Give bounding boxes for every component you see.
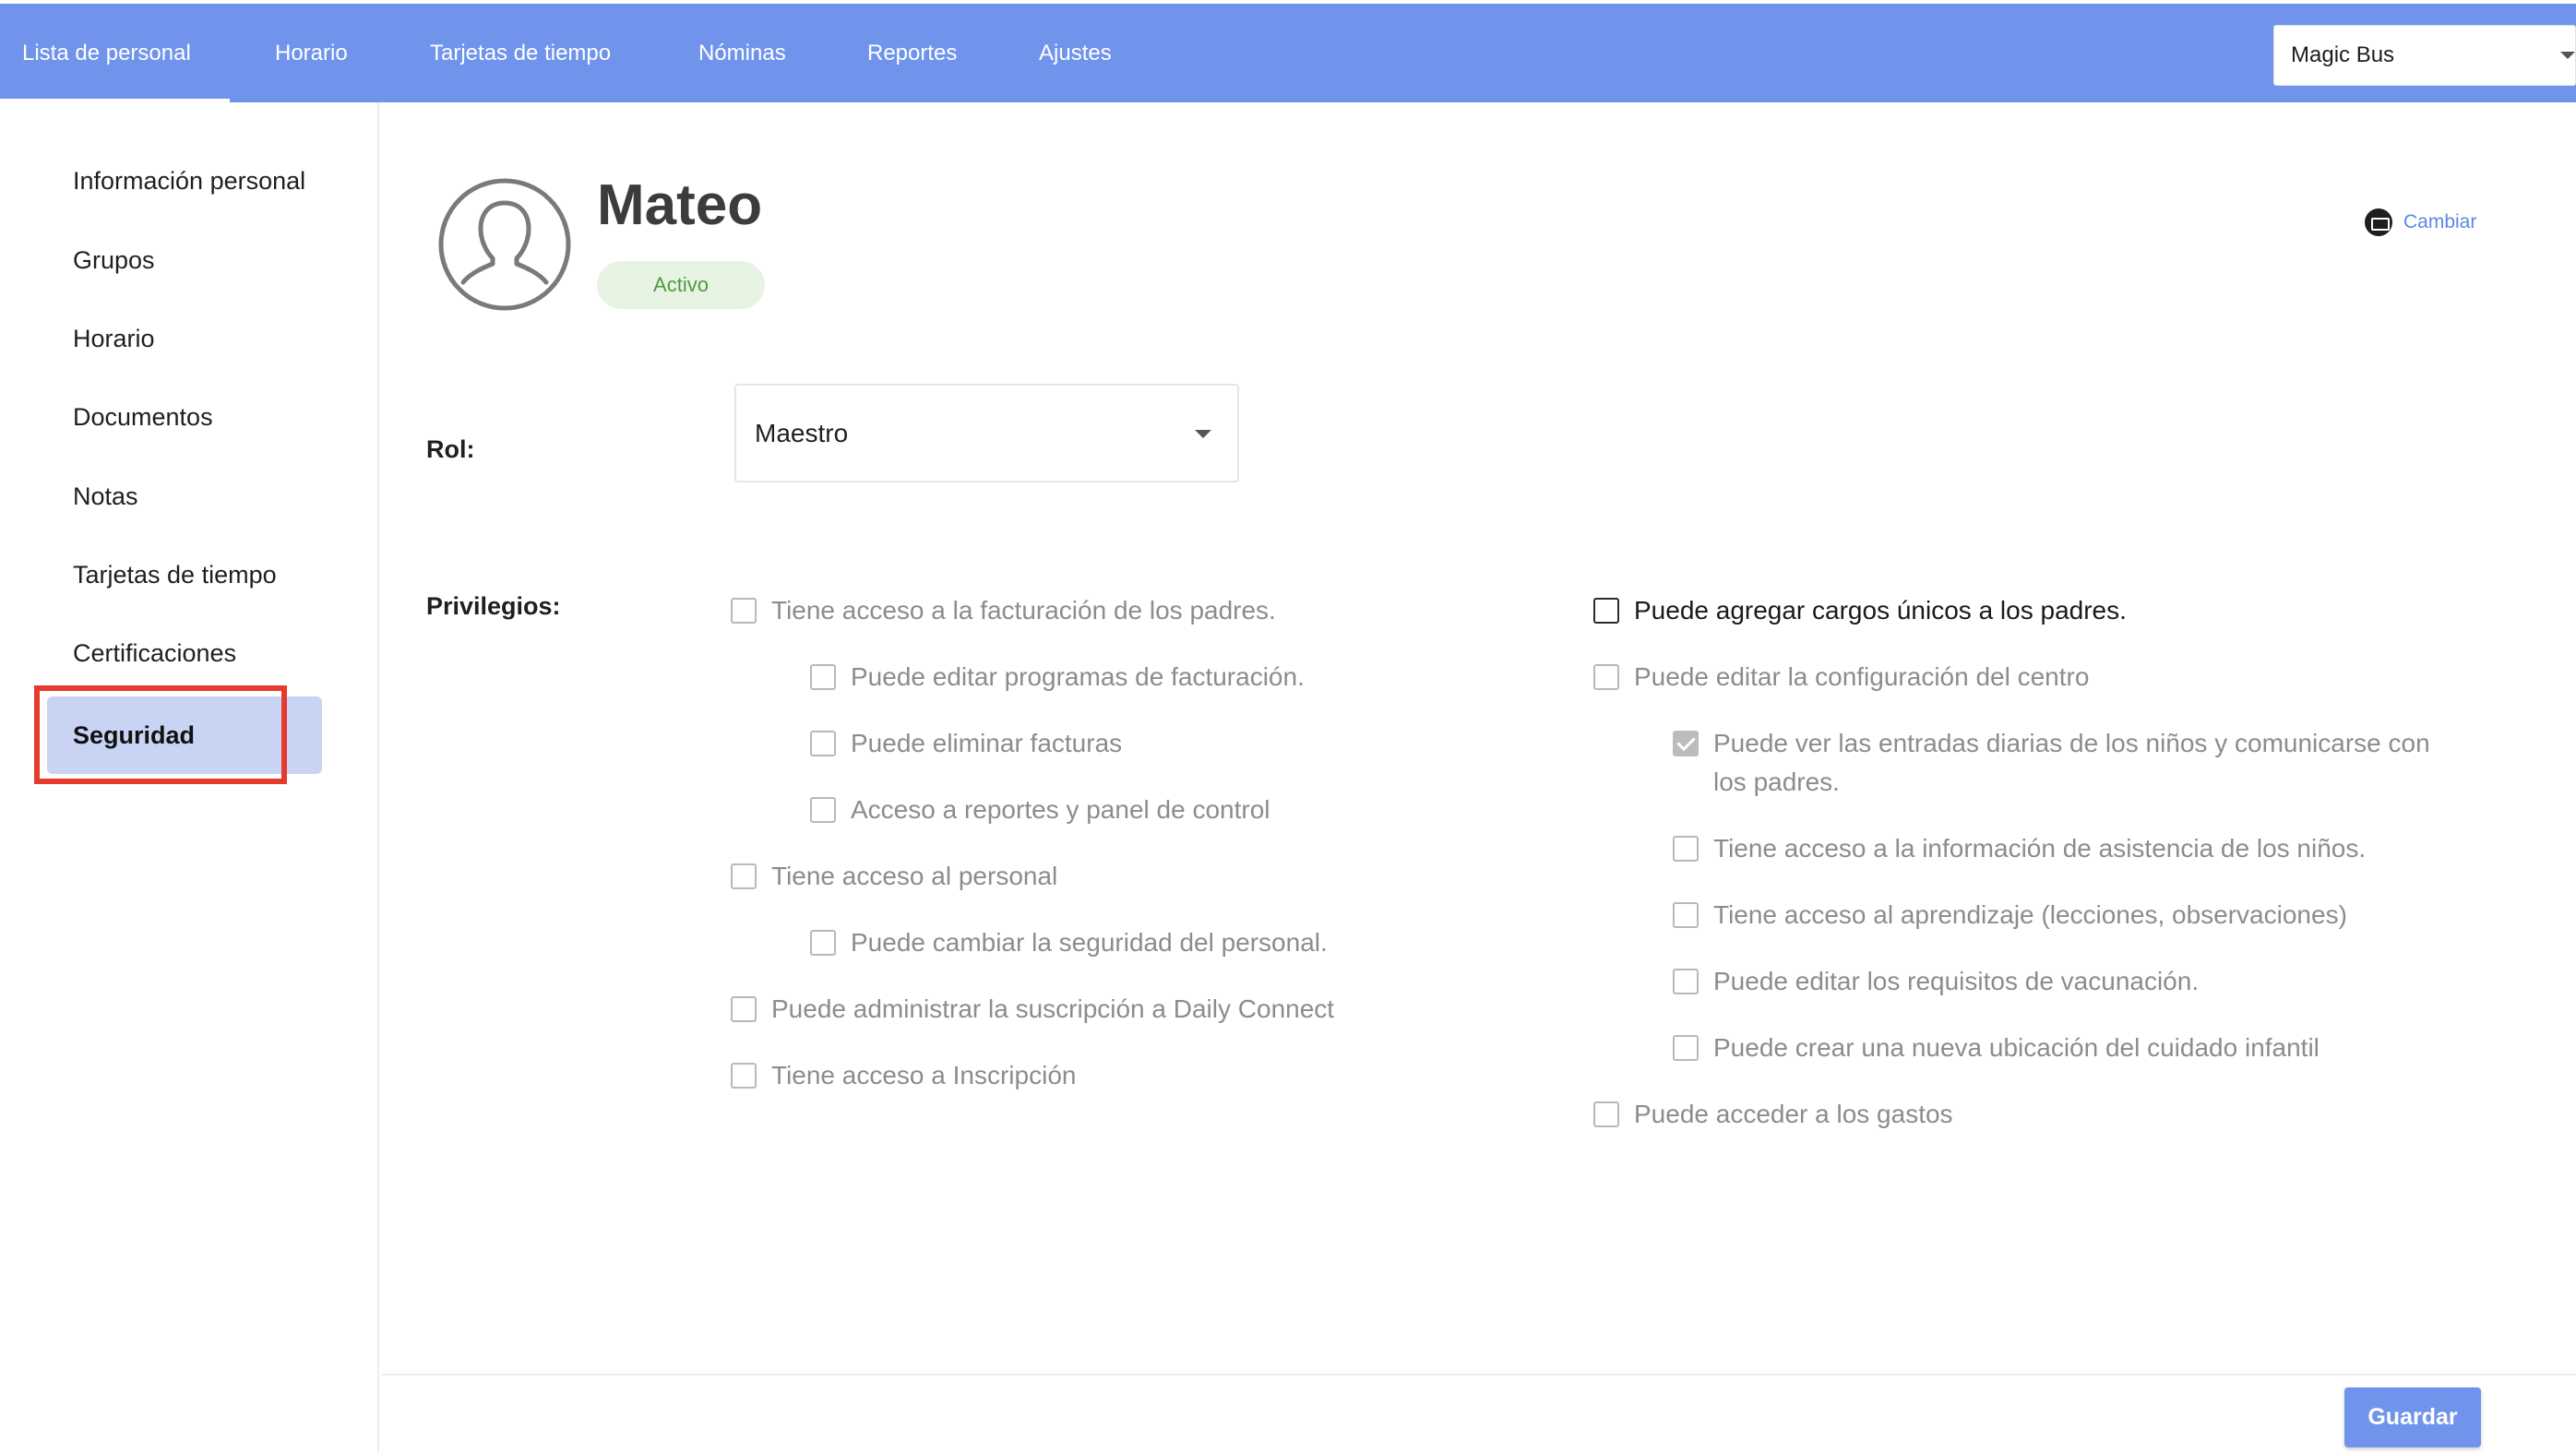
privilege-checkbox[interactable] [810, 664, 836, 690]
top-nav-bar: Lista de personal Horario Tarjetas de ti… [0, 4, 2576, 102]
privilege-checkbox[interactable] [1673, 902, 1699, 928]
change-button[interactable]: Cambiar [2365, 208, 2476, 236]
privilege-checkbox[interactable] [1673, 836, 1699, 862]
page: Lista de personal Horario Tarjetas de ti… [0, 0, 2576, 1452]
role-select-value: Maestro [755, 418, 849, 447]
privilege-new-childcare-location[interactable]: Puede crear una nueva ubicación del cuid… [1673, 1029, 2320, 1067]
footer-divider [381, 1374, 2576, 1375]
privilege-checkbox[interactable] [1673, 1035, 1699, 1061]
privilege-checkbox[interactable] [810, 731, 836, 756]
tab-reports[interactable]: Reportes [867, 4, 957, 102]
privilege-checkbox[interactable] [810, 797, 836, 823]
privilege-checkbox[interactable] [1593, 598, 1619, 624]
save-button[interactable]: Guardar [2344, 1387, 2481, 1447]
sidebar: Información personal Grupos Horario Docu… [0, 102, 379, 1452]
location-select[interactable]: Magic Bus [2273, 25, 2576, 86]
status-badge: Activo [597, 261, 765, 309]
privilege-edit-billing-programs[interactable]: Puede editar programas de facturación. [810, 658, 1305, 696]
role-label: Rol: [426, 435, 475, 463]
privilege-change-staff-security[interactable]: Puede cambiar la seguridad del personal. [810, 923, 1328, 962]
profile-name: Mateo [597, 173, 763, 237]
tab-schedule[interactable]: Horario [275, 4, 348, 102]
privilege-checkbox[interactable] [1593, 1101, 1619, 1127]
privilege-checkbox[interactable] [810, 930, 836, 956]
privileges-label: Privilegios: [426, 592, 561, 620]
privilege-checkbox[interactable] [731, 1063, 757, 1089]
role-select[interactable]: Maestro [734, 384, 1239, 482]
privilege-checkbox[interactable] [731, 863, 757, 889]
chevron-down-icon [2560, 52, 2575, 59]
privilege-checkbox[interactable] [1593, 664, 1619, 690]
chevron-down-icon [1195, 430, 1211, 438]
privilege-manage-subscription[interactable]: Puede administrar la suscripción a Daily… [731, 990, 1334, 1029]
privilege-delete-invoices[interactable]: Puede eliminar facturas [810, 724, 1122, 763]
privilege-enrollment-access[interactable]: Tiene acceso a Inscripción [731, 1056, 1076, 1095]
privilege-staff-access[interactable]: Tiene acceso al personal [731, 857, 1057, 896]
sidebar-item-documents[interactable]: Documentos [73, 401, 213, 433]
privilege-attendance-info[interactable]: Tiene acceso a la información de asisten… [1673, 829, 2366, 868]
sidebar-item-notes[interactable]: Notas [73, 481, 138, 512]
tab-payroll[interactable]: Nóminas [698, 4, 786, 102]
privilege-daily-entries[interactable]: Puede ver las entradas diarias de los ni… [1673, 724, 2433, 802]
sidebar-item-time-cards[interactable]: Tarjetas de tiempo [73, 559, 277, 590]
privilege-one-time-charges[interactable]: Puede agregar cargos únicos a los padres… [1593, 591, 2127, 630]
tab-staff-list[interactable]: Lista de personal [0, 4, 230, 102]
credit-card-icon [2365, 208, 2392, 236]
sidebar-item-schedule[interactable]: Horario [73, 323, 155, 354]
user-avatar-icon [438, 178, 571, 311]
privilege-checkbox[interactable] [1673, 969, 1699, 994]
sidebar-item-security[interactable]: Seguridad [73, 720, 195, 751]
privilege-expenses-access[interactable]: Puede acceder a los gastos [1593, 1095, 1953, 1134]
privilege-checkbox-checked[interactable] [1673, 731, 1699, 756]
privilege-checkbox[interactable] [731, 996, 757, 1022]
change-label: Cambiar [2403, 211, 2477, 232]
privilege-reports-dashboard[interactable]: Acceso a reportes y panel de control [810, 791, 1270, 829]
tab-time-cards[interactable]: Tarjetas de tiempo [430, 4, 611, 102]
privilege-edit-center-config[interactable]: Puede editar la configuración del centro [1593, 658, 2089, 696]
privilege-checkbox[interactable] [731, 598, 757, 624]
privilege-vaccination-requirements[interactable]: Puede editar los requisitos de vacunació… [1673, 962, 2199, 1001]
sidebar-item-certifications[interactable]: Certificaciones [73, 637, 236, 669]
location-select-value: Magic Bus [2291, 42, 2395, 67]
sidebar-item-groups[interactable]: Grupos [73, 244, 155, 276]
privilege-learning-access[interactable]: Tiene acceso al aprendizaje (lecciones, … [1673, 896, 2347, 934]
sidebar-item-personal-info[interactable]: Información personal [73, 165, 305, 196]
privilege-parent-billing[interactable]: Tiene acceso a la facturación de los pad… [731, 591, 1276, 630]
tab-settings[interactable]: Ajustes [1039, 4, 1112, 102]
